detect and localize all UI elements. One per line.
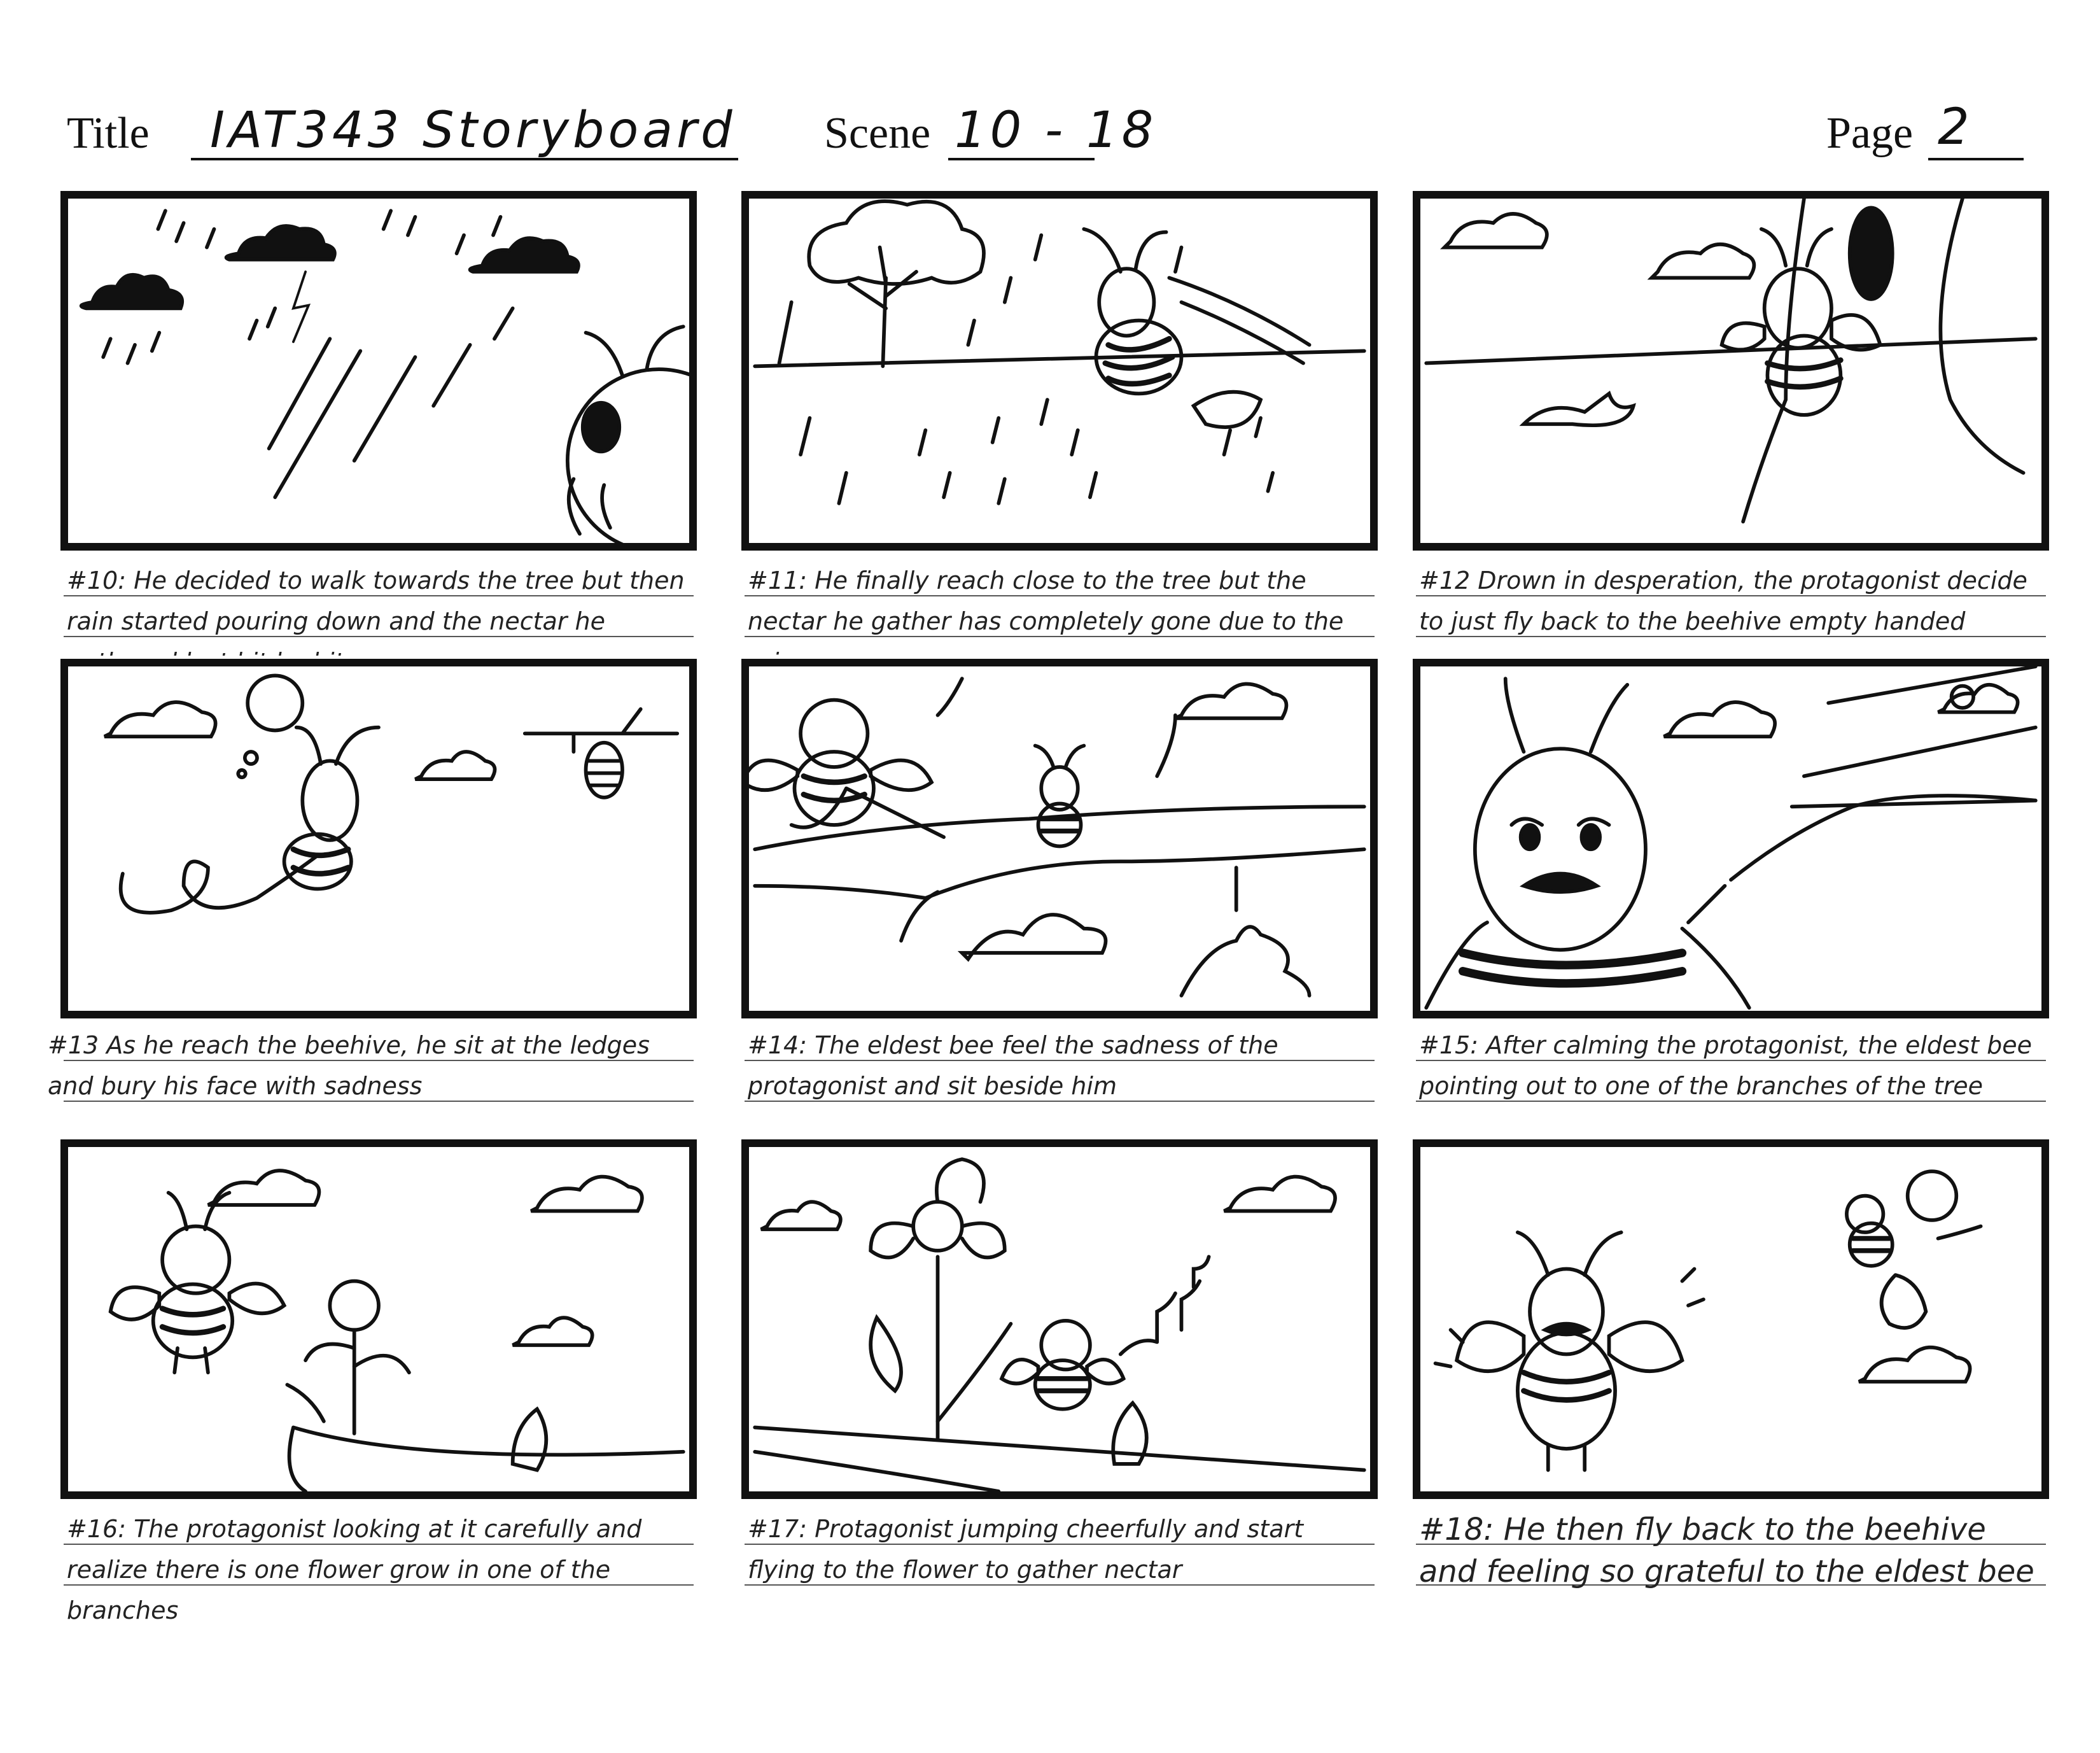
panel-10 (60, 191, 697, 551)
panel-17-caption: #17: Protagonist jumping cheerfully and … (748, 1515, 1304, 1584)
panel-10-sketch (79, 209, 689, 543)
panel-16 (60, 1139, 697, 1499)
page-value: 2 (1938, 99, 1973, 156)
page-underline (1928, 158, 2024, 160)
panel-15-sketch (1424, 666, 2038, 1010)
scene-value: 10 - 18 (955, 102, 1158, 159)
panel-18-caption: #18: He then fly back to the beehive and… (1419, 1512, 2034, 1589)
panel-13-caption: #13 As he reach the beehive, he sit at t… (48, 1031, 650, 1100)
panel-14 (741, 659, 1378, 1018)
panel-11-caption: #11: He finally reach close to the tree … (748, 567, 1344, 656)
panel-17-sketch (753, 1157, 1366, 1491)
panel-15 (1413, 659, 2049, 1018)
panel-18-sketch (1433, 1169, 1983, 1472)
title-value: IAT343 Storyboard (210, 102, 736, 159)
panel-14-sketch (749, 677, 1366, 997)
page-label: Page (1826, 109, 1914, 158)
panel-13-sketch (103, 673, 680, 915)
scene-label: Scene (824, 109, 931, 158)
panel-16-sketch (108, 1169, 685, 1491)
scene-underline (948, 158, 1095, 160)
panel-13 (60, 659, 697, 1018)
panel-12 (1413, 191, 2049, 551)
title-label: Title (67, 109, 150, 158)
panel-12-sketch (1424, 199, 2038, 524)
panel-11 (741, 191, 1378, 551)
panel-11-sketch (753, 199, 1366, 505)
panel-10-caption: #10: He decided to walk towards the tree… (67, 567, 685, 656)
panel-12-caption: #12 Drown in desperation, the protagonis… (1419, 567, 2027, 635)
panel-18 (1413, 1139, 2049, 1499)
panel-15-caption: #15: After calming the protagonist, the … (1419, 1031, 2033, 1100)
panel-16-caption: #16: The protagonist looking at it caref… (67, 1515, 642, 1624)
title-underline (191, 158, 738, 160)
panel-17 (741, 1139, 1378, 1499)
panel-14-caption: #14: The eldest bee feel the sadness of … (748, 1031, 1278, 1100)
